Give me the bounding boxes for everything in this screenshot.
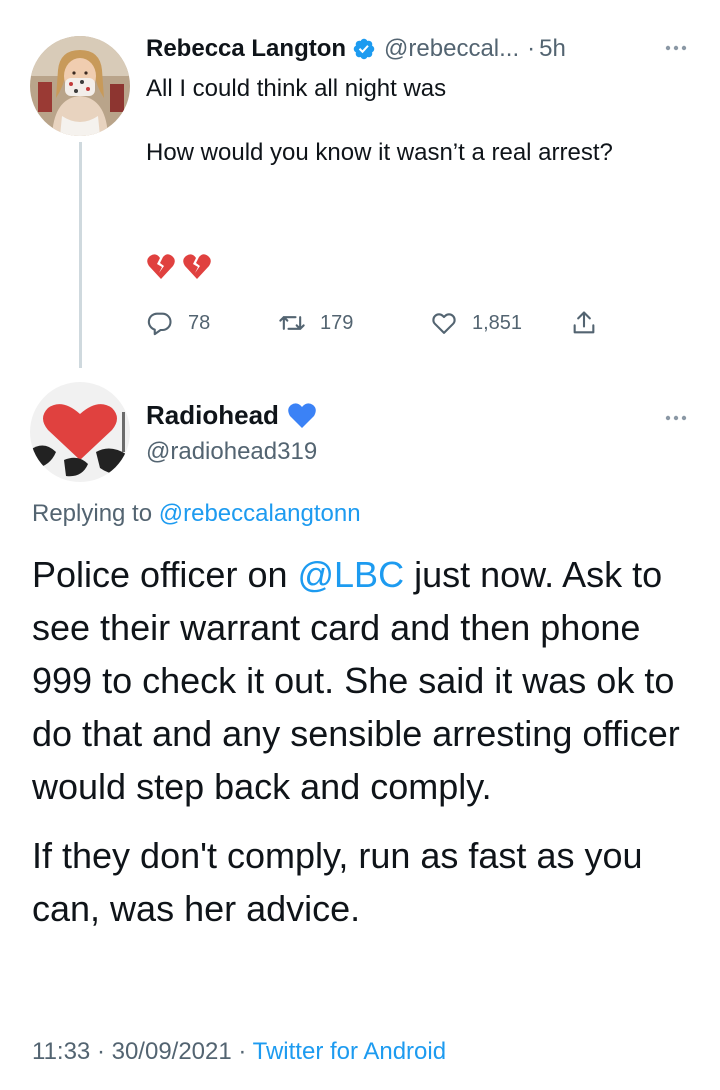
- reply-count: 78: [188, 311, 211, 334]
- retweet-button[interactable]: 179: [278, 309, 430, 337]
- separator-dot: ·: [238, 1038, 247, 1065]
- tweet-text-line: All I could think all night was: [146, 75, 447, 102]
- avatar[interactable]: [30, 382, 130, 482]
- handle[interactable]: @radiohead319: [146, 438, 317, 466]
- share-button[interactable]: [570, 309, 612, 337]
- display-name[interactable]: Rebecca Langton: [146, 35, 346, 63]
- tweet-text: Police officer on @LBC just now. Ask to …: [32, 548, 704, 951]
- display-name[interactable]: Radiohead: [146, 400, 279, 431]
- broken-heart-icon: [147, 254, 175, 279]
- more-options-icon[interactable]: [664, 414, 688, 422]
- tweet-text-line: How would you know it wasn’t a real arre…: [146, 139, 613, 166]
- tweet-time[interactable]: 5h: [539, 35, 566, 63]
- thread-line: [79, 142, 82, 368]
- tweet-timestamp[interactable]: 11:33 · 30/09/2021: [32, 1038, 232, 1065]
- avatar[interactable]: [30, 36, 130, 136]
- tweet-paragraph: If they don't comply, run as fast as you…: [32, 835, 643, 929]
- replying-prefix: Replying to: [32, 500, 153, 527]
- tweet-meta: 11:33 · 30/09/2021 · Twitter for Android: [32, 1038, 446, 1066]
- profile-photo-icon: [30, 36, 130, 136]
- red-heart-avatar-icon: [30, 382, 130, 482]
- heart-icon: [432, 313, 456, 334]
- more-options-icon[interactable]: [664, 44, 688, 52]
- replying-to-link[interactable]: @rebeccalangtonn: [159, 500, 361, 527]
- like-button[interactable]: 1,851: [430, 309, 570, 337]
- tweet-header: Radiohead: [146, 400, 317, 431]
- tweet-text-segment: Police officer on: [32, 554, 298, 595]
- tweet-paragraph: Police officer on @LBC just now. Ask to …: [32, 548, 704, 813]
- blue-heart-icon: [288, 402, 316, 428]
- separator-dot: ·: [527, 35, 536, 62]
- replying-to: Replying to @rebeccalangtonn: [32, 500, 361, 528]
- tweet-actions: 78 179 1,851: [146, 306, 612, 340]
- tweet-text: All I could think all night was How woul…: [146, 72, 626, 200]
- handle[interactable]: @rebeccal...: [384, 35, 519, 63]
- mention-link[interactable]: @LBC: [297, 554, 404, 595]
- reply-button[interactable]: 78: [146, 309, 278, 337]
- tweet-header: Rebecca Langton @rebeccal... · 5h: [146, 32, 690, 66]
- like-count: 1,851: [472, 311, 523, 334]
- broken-heart-icon: [183, 254, 211, 279]
- reply-icon: [147, 312, 172, 336]
- retweet-count: 179: [320, 311, 354, 334]
- verified-badge-icon: [353, 38, 375, 60]
- retweet-icon: [279, 316, 305, 330]
- emoji-row: [146, 252, 212, 282]
- tweet-source[interactable]: Twitter for Android: [253, 1038, 446, 1065]
- share-icon: [573, 311, 595, 334]
